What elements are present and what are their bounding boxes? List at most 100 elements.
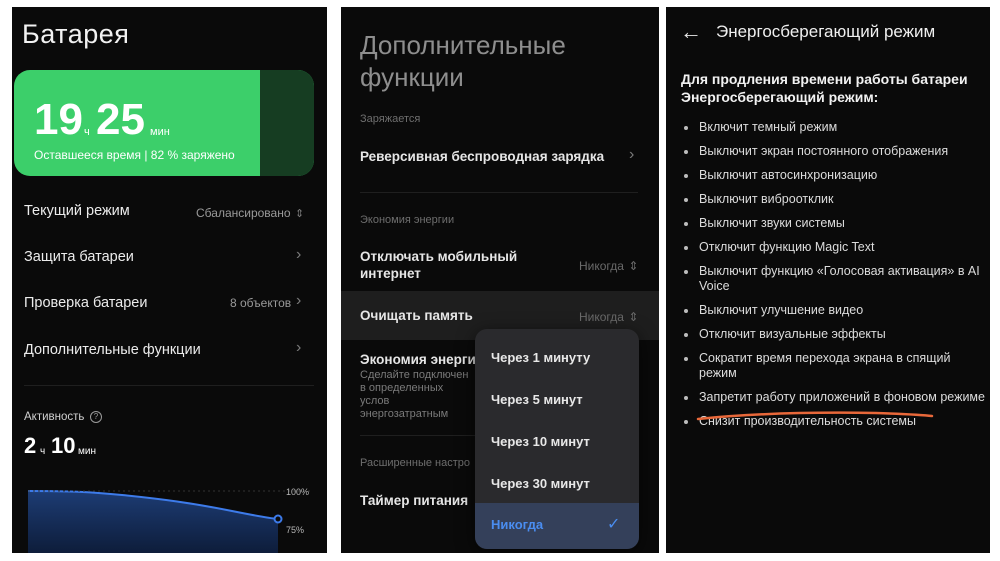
battery-level-graph	[27, 490, 312, 553]
row-label: Защита батареи	[24, 249, 134, 265]
row-label: Проверка батареи	[24, 295, 148, 311]
chevron-right-icon: ›	[296, 292, 302, 309]
option-10-min[interactable]: Через 10 минут	[491, 434, 590, 449]
list-item-text: Выключит функцию «Голосовая активация» в…	[699, 264, 980, 293]
updown-icon: ⇕	[628, 310, 639, 324]
activity-time: 2 ч 10 мин	[24, 433, 144, 463]
extra-functions-screen: Дополнительные функции Заряжается Реверс…	[341, 7, 659, 553]
battery-card[interactable]: 19 ч 25 мин Оставшееся время | 82 % заря…	[14, 70, 314, 176]
row-current-mode[interactable]: Текущий режим	[24, 203, 130, 219]
option-never[interactable]: Никогда	[491, 517, 543, 532]
bullet-icon	[684, 246, 688, 250]
activity-minutes-unit: мин	[78, 446, 96, 457]
bullet-icon	[684, 126, 688, 130]
updown-icon: ⇕	[628, 259, 639, 273]
row-value-wrap: 8 объектов	[230, 294, 291, 312]
list-item: Выключит функцию «Голосовая активация» в…	[681, 264, 986, 294]
list-item: Включит темный режим	[681, 120, 986, 135]
list-item: Сократит время перехода экрана в спящий …	[681, 351, 986, 381]
bullet-icon	[684, 198, 688, 202]
list-item-text: Сократит время перехода экрана в спящий …	[699, 351, 951, 380]
clear-memory-value[interactable]: Никогда	[579, 310, 624, 324]
list-item-text: Отключит визуальные эффекты	[699, 327, 886, 341]
list-item-text: Отключит функцию Magic Text	[699, 240, 875, 254]
option-5-min[interactable]: Через 5 минут	[491, 392, 583, 407]
bullet-icon	[684, 333, 688, 337]
list-item-highlighted: Запретит работу приложений в фоновом реж…	[681, 390, 986, 405]
battery-hours-unit: ч	[84, 126, 90, 138]
current-mode-value[interactable]: Сбалансировано	[196, 206, 291, 220]
battery-hours: 19	[34, 95, 83, 144]
battery-minutes: 25	[96, 95, 145, 144]
bullet-icon	[684, 309, 688, 313]
help-icon[interactable]: ?	[90, 411, 102, 423]
row-extra-functions[interactable]: Дополнительные функции	[24, 342, 201, 358]
list-item: Выключит экран постоянного отображения	[681, 144, 986, 159]
page-title: Батарея	[22, 19, 130, 49]
chevron-right-icon: ›	[296, 246, 302, 263]
tick-bottom: 75%	[286, 525, 305, 535]
list-item-text: Включит темный режим	[699, 120, 838, 134]
energy-saving-row[interactable]: Экономия энерги	[360, 352, 476, 367]
battery-empty-segment	[260, 70, 314, 176]
tick-top: 100%	[286, 487, 310, 497]
graph-current-point	[273, 514, 283, 524]
list-item: Выключит виброотклик	[681, 192, 986, 207]
row-label: Текущий режим	[24, 203, 130, 219]
bullet-icon	[684, 420, 688, 424]
battery-subtitle: Оставшееся время | 82 % заряжено	[34, 148, 235, 162]
row-battery-check[interactable]: Проверка батареи	[24, 295, 147, 311]
row-battery-protection[interactable]: Защита батареи	[24, 249, 134, 265]
list-item: Выключит улучшение видео	[681, 303, 986, 318]
divider	[360, 192, 638, 193]
row-value-wrap: Никогда ⇕	[579, 257, 638, 275]
list-item-text: Выключит экран постоянного отображения	[699, 144, 949, 158]
intro-text: Для продления времени работы батареи Эне…	[681, 71, 968, 105]
option-1-min[interactable]: Через 1 минуту	[491, 350, 590, 365]
graph-area	[28, 491, 278, 553]
reverse-charging-row[interactable]: Реверсивная беспроводная зарядка	[360, 149, 604, 164]
list-item-text: Выключит автосинхронизацию	[699, 168, 878, 182]
list-item: Отключит функцию Magic Text	[681, 240, 986, 255]
battery-check-value: 8 объектов	[230, 296, 292, 310]
checkmark-icon: ✓	[607, 516, 621, 533]
activity-minutes: 10	[51, 433, 76, 458]
section-energy: Экономия энергии	[360, 214, 455, 226]
bullet-icon	[684, 150, 688, 154]
clear-memory-row[interactable]: Очищать память	[360, 308, 473, 323]
bullet-icon	[684, 270, 688, 274]
list-item-text: Выключит улучшение видео	[699, 303, 864, 317]
divider	[24, 385, 314, 386]
back-arrow-icon[interactable]: ←	[680, 19, 702, 45]
list-item-text: Выключит виброотклик	[699, 192, 834, 206]
effects-list: Включит темный режим Выключит экран пост…	[681, 120, 986, 438]
row-label: Дополнительные функции	[24, 342, 201, 358]
list-item: Отключит визуальные эффекты	[681, 327, 986, 342]
activity-hours-unit: ч	[40, 446, 46, 457]
mobile-data-value[interactable]: Никогда	[579, 259, 624, 273]
row-value-wrap: Сбалансировано ⇕	[196, 204, 304, 222]
row-value-wrap: Никогда ⇕	[579, 308, 638, 326]
chevron-right-icon: ›	[629, 146, 635, 163]
bullet-icon	[684, 357, 688, 361]
battery-screen: Батарея 19 ч 25 мин Оставшееся время | 8…	[12, 7, 327, 553]
battery-minutes-unit: мин	[150, 126, 170, 138]
bullet-icon	[684, 396, 688, 400]
list-item: Выключит автосинхронизацию	[681, 168, 986, 183]
list-item-text: Запретит работу приложений в фоновом реж…	[699, 390, 985, 404]
list-item: Выключит звуки системы	[681, 216, 986, 231]
clear-memory-dropdown[interactable]: Через 1 минуту Через 5 минут Через 10 ми…	[475, 329, 639, 549]
hand-drawn-underline	[696, 411, 934, 421]
energy-saving-description: Сделайте подключен в определенных услов …	[360, 369, 469, 420]
updown-icon: ⇕	[294, 208, 305, 220]
power-timer-row[interactable]: Таймер питания	[360, 493, 468, 508]
power-saving-screen: ← Энергосберегающий режим Для продления …	[666, 7, 990, 553]
activity-hours: 2	[24, 433, 37, 458]
chevron-right-icon: ›	[296, 339, 302, 356]
bullet-icon	[684, 222, 688, 226]
option-30-min[interactable]: Через 30 минут	[491, 476, 590, 491]
mobile-data-row[interactable]: Отключать мобильный интернет	[360, 248, 540, 282]
page-title: Энергосберегающий режим	[716, 22, 936, 41]
activity-label: Активность	[24, 411, 85, 423]
list-item-text: Выключит звуки системы	[699, 216, 845, 230]
